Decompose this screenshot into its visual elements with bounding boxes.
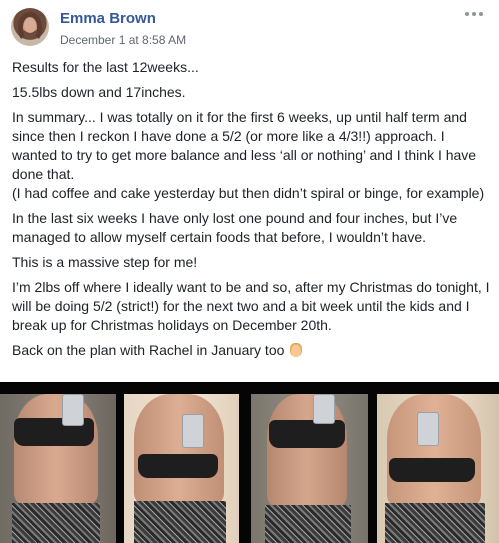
photo-4[interactable]: [377, 394, 499, 543]
post-paragraph: In the last six weeks I have only lost o…: [12, 210, 458, 245]
post-timestamp[interactable]: December 1 at 8:58 AM: [60, 33, 186, 47]
avatar-face: [24, 18, 36, 33]
post-paragraph-last: Back on the plan with Rachel in January …: [12, 341, 492, 360]
post-paragraph-text: Back on the plan with Rachel in January …: [12, 342, 285, 358]
post-paragraph: I’m 2lbs off where I ideally want to be …: [12, 279, 490, 333]
post-paragraph: In summary... I was totally on it for th…: [12, 109, 485, 201]
photo-grid: [0, 382, 499, 543]
post-paragraph: Results for the last 12weeks...: [12, 59, 199, 75]
post-header: Emma Brown December 1 at 8:58 AM: [0, 0, 499, 56]
more-options-icon[interactable]: [465, 8, 483, 20]
post-body: Results for the last 12weeks... 15.5lbs …: [12, 58, 492, 366]
photo-1[interactable]: [0, 394, 116, 543]
photo-3[interactable]: [251, 394, 368, 543]
avatar[interactable]: [11, 8, 49, 46]
fingers-crossed-emoji-icon: [290, 343, 303, 357]
post-paragraph: 15.5lbs down and 17inches.: [12, 84, 186, 100]
photo-2[interactable]: [124, 394, 239, 543]
author-name[interactable]: Emma Brown: [60, 10, 156, 27]
post-paragraph: This is a massive step for me!: [12, 254, 198, 270]
